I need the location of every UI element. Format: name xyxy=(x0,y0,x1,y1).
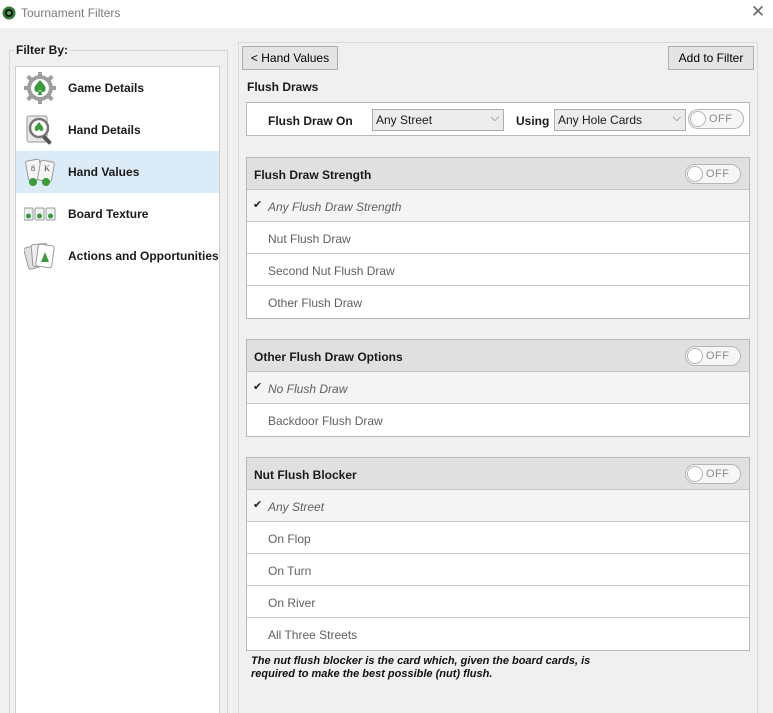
option-label: On Flop xyxy=(268,532,311,546)
nut-flush-blocker-toggle[interactable]: OFF xyxy=(685,464,741,484)
checkmark-icon: ✔ xyxy=(253,499,263,511)
toggle-knob xyxy=(687,348,703,364)
option-label: On River xyxy=(268,596,316,610)
close-icon[interactable]: ✕ xyxy=(748,3,768,23)
flush-draw-on-row: Flush Draw On Any Street ⌵ Using Any Hol… xyxy=(246,102,750,136)
option-on-river[interactable]: On River xyxy=(247,586,749,618)
toggle-knob xyxy=(687,466,703,482)
category-label: Game Details xyxy=(68,81,145,95)
option-second-nut-flush-draw[interactable]: Second Nut Flush Draw xyxy=(247,254,749,286)
svg-text:8: 8 xyxy=(31,164,35,173)
option-label: No Flush Draw xyxy=(268,382,348,396)
chevron-down-icon: ⌵ xyxy=(672,112,681,124)
toggle-knob xyxy=(690,111,706,127)
option-nut-flush-draw[interactable]: Nut Flush Draw xyxy=(247,222,749,254)
category-hand-values[interactable]: 8 K Hand Values xyxy=(16,151,219,193)
option-backdoor-flush-draw[interactable]: Backdoor Flush Draw xyxy=(247,404,749,436)
svg-text:K: K xyxy=(44,164,50,173)
panel-title: Nut Flush Blocker xyxy=(254,468,357,482)
card-stack-icon xyxy=(24,243,55,270)
option-label: Other Flush Draw xyxy=(268,296,363,310)
hole-cards-select-value: Any Hole Cards xyxy=(558,113,643,127)
window-title: Tournament Filters xyxy=(21,6,121,20)
panel-header: Other Flush Draw Options OFF xyxy=(247,340,749,372)
option-label: Second Nut Flush Draw xyxy=(268,264,395,278)
other-flush-draw-options-panel: Other Flush Draw Options OFF ✔ No Flush … xyxy=(246,339,750,437)
option-on-flop[interactable]: On Flop xyxy=(247,522,749,554)
flush-draw-toggle[interactable]: OFF xyxy=(688,109,744,129)
using-label: Using xyxy=(516,114,550,128)
flush-draw-on-label: Flush Draw On xyxy=(268,114,353,128)
category-label: Board Texture xyxy=(68,207,149,221)
flush-draw-strength-panel: Flush Draw Strength OFF ✔ Any Flush Draw… xyxy=(246,157,750,319)
panel-title: Flush Draw Strength xyxy=(254,168,372,182)
option-all-three-streets[interactable]: All Three Streets xyxy=(247,618,749,650)
category-label: Hand Values xyxy=(68,165,140,179)
option-label: Any Street xyxy=(268,500,325,514)
flush-draws-title: Flush Draws xyxy=(247,80,319,94)
toggle-label: OFF xyxy=(709,113,733,125)
back-hand-values-button[interactable]: < Hand Values xyxy=(242,46,338,70)
category-game-details[interactable]: Game Details xyxy=(16,67,219,109)
option-label: On Turn xyxy=(268,564,312,578)
category-label: Hand Details xyxy=(68,123,141,137)
panel-header: Nut Flush Blocker OFF xyxy=(247,458,749,490)
other-flush-draw-options-toggle[interactable]: OFF xyxy=(685,346,741,366)
panel-title: Other Flush Draw Options xyxy=(254,350,403,364)
option-any-flush-draw-strength[interactable]: ✔ Any Flush Draw Strength xyxy=(247,190,749,222)
option-label: All Three Streets xyxy=(268,628,358,642)
cards-icon: 8 K xyxy=(25,158,55,186)
option-on-turn[interactable]: On Turn xyxy=(247,554,749,586)
category-board-texture[interactable]: Board Texture xyxy=(16,193,219,235)
title-bar: Tournament Filters ✕ xyxy=(0,0,773,28)
checkmark-icon: ✔ xyxy=(253,381,263,393)
board-cards-icon xyxy=(24,207,56,221)
toggle-knob xyxy=(687,166,703,182)
panel-header: Flush Draw Strength OFF xyxy=(247,158,749,190)
category-hand-details[interactable]: Hand Details xyxy=(16,109,219,151)
option-no-flush-draw[interactable]: ✔ No Flush Draw xyxy=(247,372,749,404)
chevron-down-icon: ⌵ xyxy=(490,112,499,124)
gear-spade-icon xyxy=(24,72,56,104)
toggle-label: OFF xyxy=(706,468,730,480)
category-actions-opportunities[interactable]: Actions and Opportunities xyxy=(16,235,219,277)
app-logo-icon xyxy=(2,6,16,20)
option-label: Backdoor Flush Draw xyxy=(268,414,383,428)
option-other-flush-draw[interactable]: Other Flush Draw xyxy=(247,286,749,318)
checkmark-icon: ✔ xyxy=(253,199,263,211)
nut-flush-blocker-panel: Nut Flush Blocker OFF ✔ Any Street On Fl… xyxy=(246,457,750,651)
toggle-label: OFF xyxy=(706,350,730,362)
magnifier-spade-icon xyxy=(26,115,52,145)
option-label: Any Flush Draw Strength xyxy=(268,200,402,214)
category-list: Game Details Hand Details 8 K Hand Value… xyxy=(15,66,220,713)
option-any-street[interactable]: ✔ Any Street xyxy=(247,490,749,522)
option-label: Nut Flush Draw xyxy=(268,232,351,246)
filter-by-title: Filter By: xyxy=(14,43,71,57)
street-select-value: Any Street xyxy=(376,113,433,127)
toggle-label: OFF xyxy=(706,168,730,180)
category-label: Actions and Opportunities xyxy=(68,249,219,263)
add-to-filter-button[interactable]: Add to Filter xyxy=(668,46,754,70)
street-select[interactable]: Any Street ⌵ xyxy=(372,109,504,131)
flush-draw-strength-toggle[interactable]: OFF xyxy=(685,164,741,184)
nut-flush-blocker-note: The nut flush blocker is the card which,… xyxy=(251,655,591,680)
hole-cards-select[interactable]: Any Hole Cards ⌵ xyxy=(554,109,686,131)
